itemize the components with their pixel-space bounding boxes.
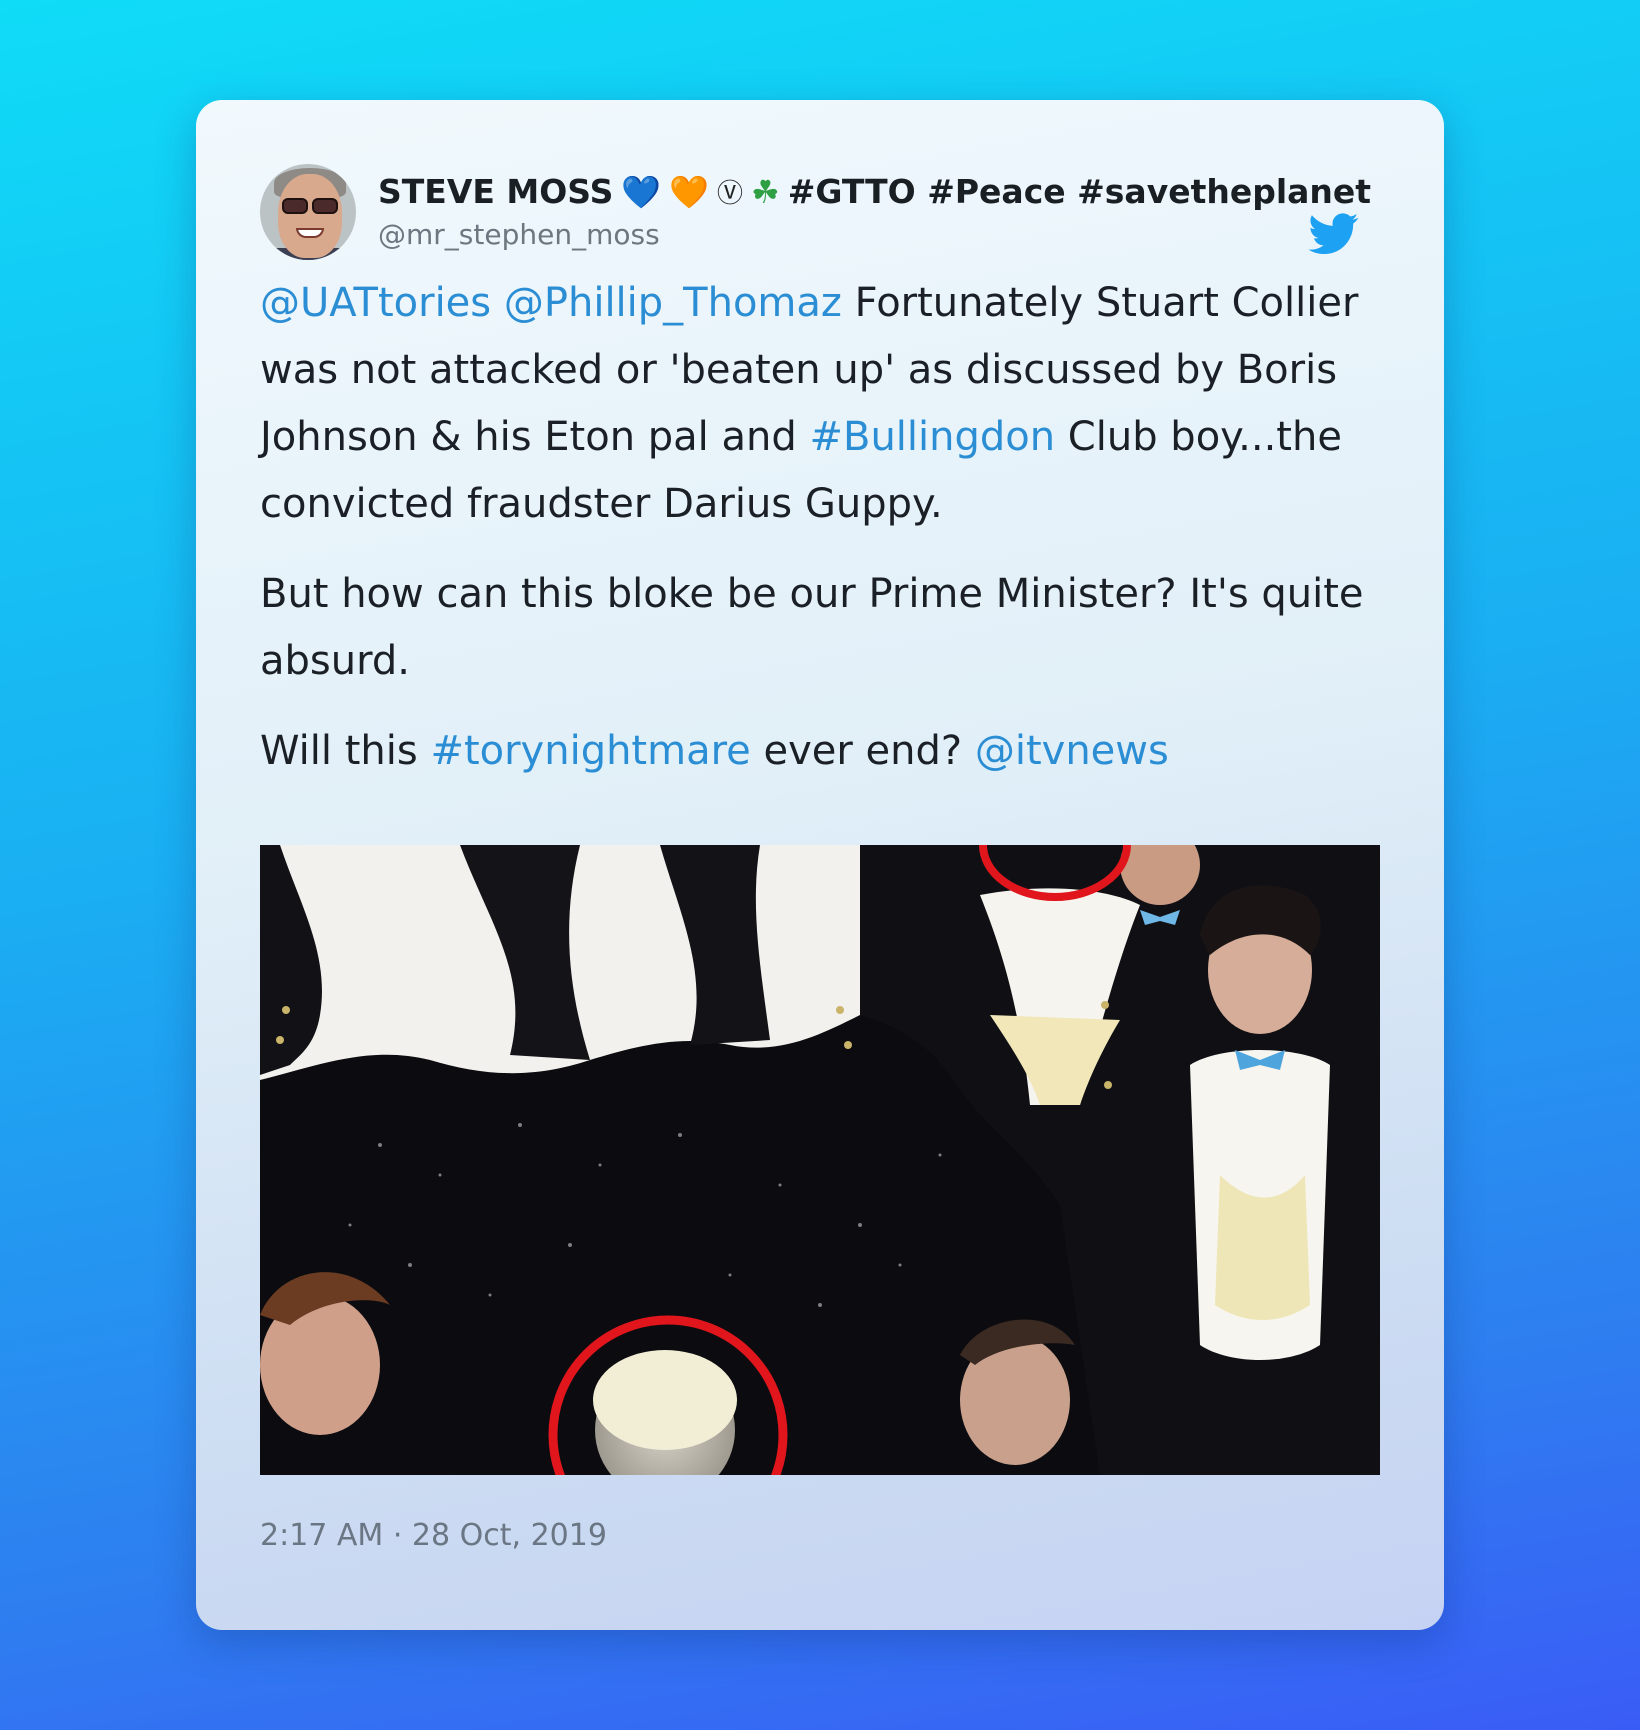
mention-link[interactable]: @Phillip_Thomaz: [504, 280, 842, 326]
tweet-paragraph: @UATtories @Phillip_Thomaz Fortunately S…: [260, 270, 1390, 538]
tweet-timestamp[interactable]: 2:17 AM · 28 Oct, 2019: [260, 1518, 607, 1553]
orange-heart-icon: 🧡: [669, 172, 710, 211]
user-avatar[interactable]: [260, 164, 356, 260]
tweet-text: But how can this bloke be our Prime Mini…: [260, 571, 1364, 684]
twitter-bird-icon[interactable]: [1304, 208, 1364, 258]
author-tags: #GTTO #Peace #savetheplanet: [787, 172, 1372, 211]
group-photo-illustration: [260, 845, 1380, 1475]
tweet-paragraph: But how can this bloke be our Prime Mini…: [260, 561, 1390, 695]
hashtag-link[interactable]: #Bullingdon: [809, 414, 1055, 460]
tweet-body: @UATtories @Phillip_Thomaz Fortunately S…: [260, 270, 1390, 808]
author-name[interactable]: STEVE MOSS: [378, 172, 613, 211]
shamrock-icon: ☘: [751, 172, 780, 211]
tweet-paragraph: Will this #torynightmare ever end? @itvn…: [260, 718, 1390, 785]
hashtag-link[interactable]: #torynightmare: [430, 728, 750, 774]
tweet-photo[interactable]: [260, 845, 1380, 1475]
mention-link[interactable]: @itvnews: [975, 728, 1169, 774]
vegan-icon: Ⓥ: [717, 179, 744, 209]
tweet-text: ever end?: [750, 728, 975, 774]
mention-link[interactable]: @UATtories: [260, 280, 491, 326]
author-handle[interactable]: @mr_stephen_moss: [378, 218, 660, 251]
tweet-header: STEVE MOSS 💙 🧡 Ⓥ ☘ #GTTO #Peace #savethe…: [260, 164, 1404, 264]
tweet-card: STEVE MOSS 💙 🧡 Ⓥ ☘ #GTTO #Peace #savethe…: [196, 100, 1444, 1630]
tweet-text: Will this: [260, 728, 431, 774]
author-name-line[interactable]: STEVE MOSS 💙 🧡 Ⓥ ☘ #GTTO #Peace #savethe…: [378, 172, 1371, 211]
blue-heart-icon: 💙: [621, 172, 662, 211]
